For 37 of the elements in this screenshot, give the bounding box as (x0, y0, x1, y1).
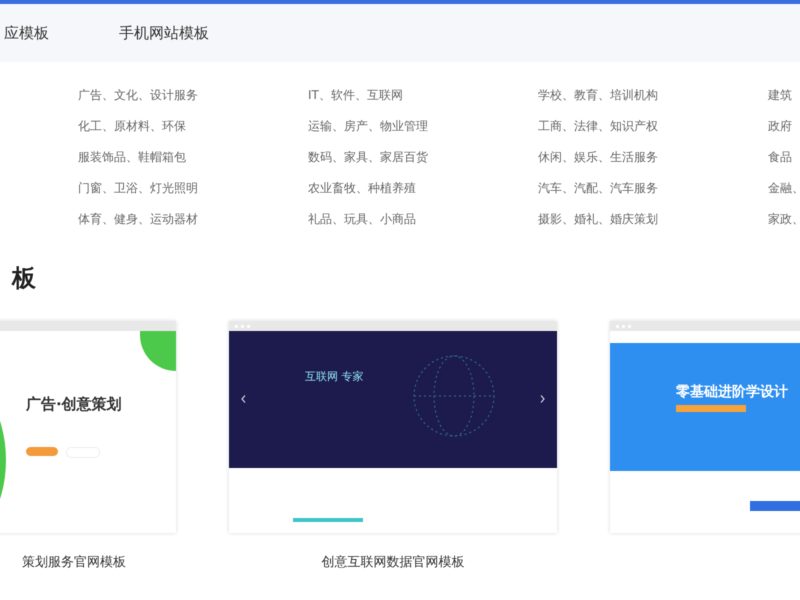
preview-headline: 互联网 专家 (305, 369, 364, 384)
template-preview[interactable]: 零基础进阶学设计 (610, 321, 800, 533)
category-link[interactable]: 摄影、婚礼、婚庆策划 (538, 210, 768, 229)
category-link[interactable]: 化工、原材料、环保 (78, 117, 308, 136)
preview-button (676, 405, 746, 412)
preview-button (26, 447, 58, 456)
category-link[interactable]: 学校、教育、培训机构 (538, 86, 768, 105)
category-link[interactable]: IT、软件、互联网 (308, 86, 538, 105)
category-link[interactable]: 数码、家具、家居百货 (308, 148, 538, 167)
preview-headline: 零基础进阶学设计 (676, 383, 788, 401)
category-link[interactable]: 政府 (768, 117, 800, 136)
category-link[interactable]: 汽车、汽配、汽车服务 (538, 179, 768, 198)
category-link[interactable]: 广告、文化、设计服务 (78, 86, 308, 105)
template-preview[interactable]: 广告·创意策划 (0, 321, 176, 533)
template-preview[interactable]: 互联网 专家 (229, 321, 557, 533)
category-link[interactable]: 门窗、卫浴、灯光照明 (78, 179, 308, 198)
preview-headline: 广告·创意策划 (26, 395, 122, 414)
tab[interactable]: 应模板 (4, 24, 49, 42)
category-link[interactable]: 运输、房产、物业管理 (308, 117, 538, 136)
template-caption: 创意互联网数据官网模板 (320, 554, 466, 571)
template-caption: 策划服务官网模板 (21, 554, 127, 571)
chevron-left-icon (241, 395, 246, 403)
category-link[interactable]: 家政、 (768, 210, 800, 229)
category-link[interactable]: 礼品、玩具、小商品 (308, 210, 538, 229)
preview-button (750, 501, 800, 511)
category-link[interactable]: 食品 (768, 148, 800, 167)
tab[interactable]: 手机网站模板 (119, 24, 209, 42)
category-link[interactable]: 休闲、娱乐、生活服务 (538, 148, 768, 167)
category-link[interactable]: 建筑 (768, 86, 800, 105)
category-link[interactable]: 工商、法律、知识产权 (538, 117, 768, 136)
category-link[interactable]: 服装饰品、鞋帽箱包 (78, 148, 308, 167)
category-link[interactable]: 农业畜牧、种植养殖 (308, 179, 538, 198)
category-link[interactable]: 金融、 (768, 179, 800, 198)
chevron-right-icon (540, 395, 545, 403)
section-heading: 板 (12, 263, 37, 293)
category-link[interactable]: 体育、健身、运动器材 (78, 210, 308, 229)
text-placeholder (293, 518, 363, 522)
